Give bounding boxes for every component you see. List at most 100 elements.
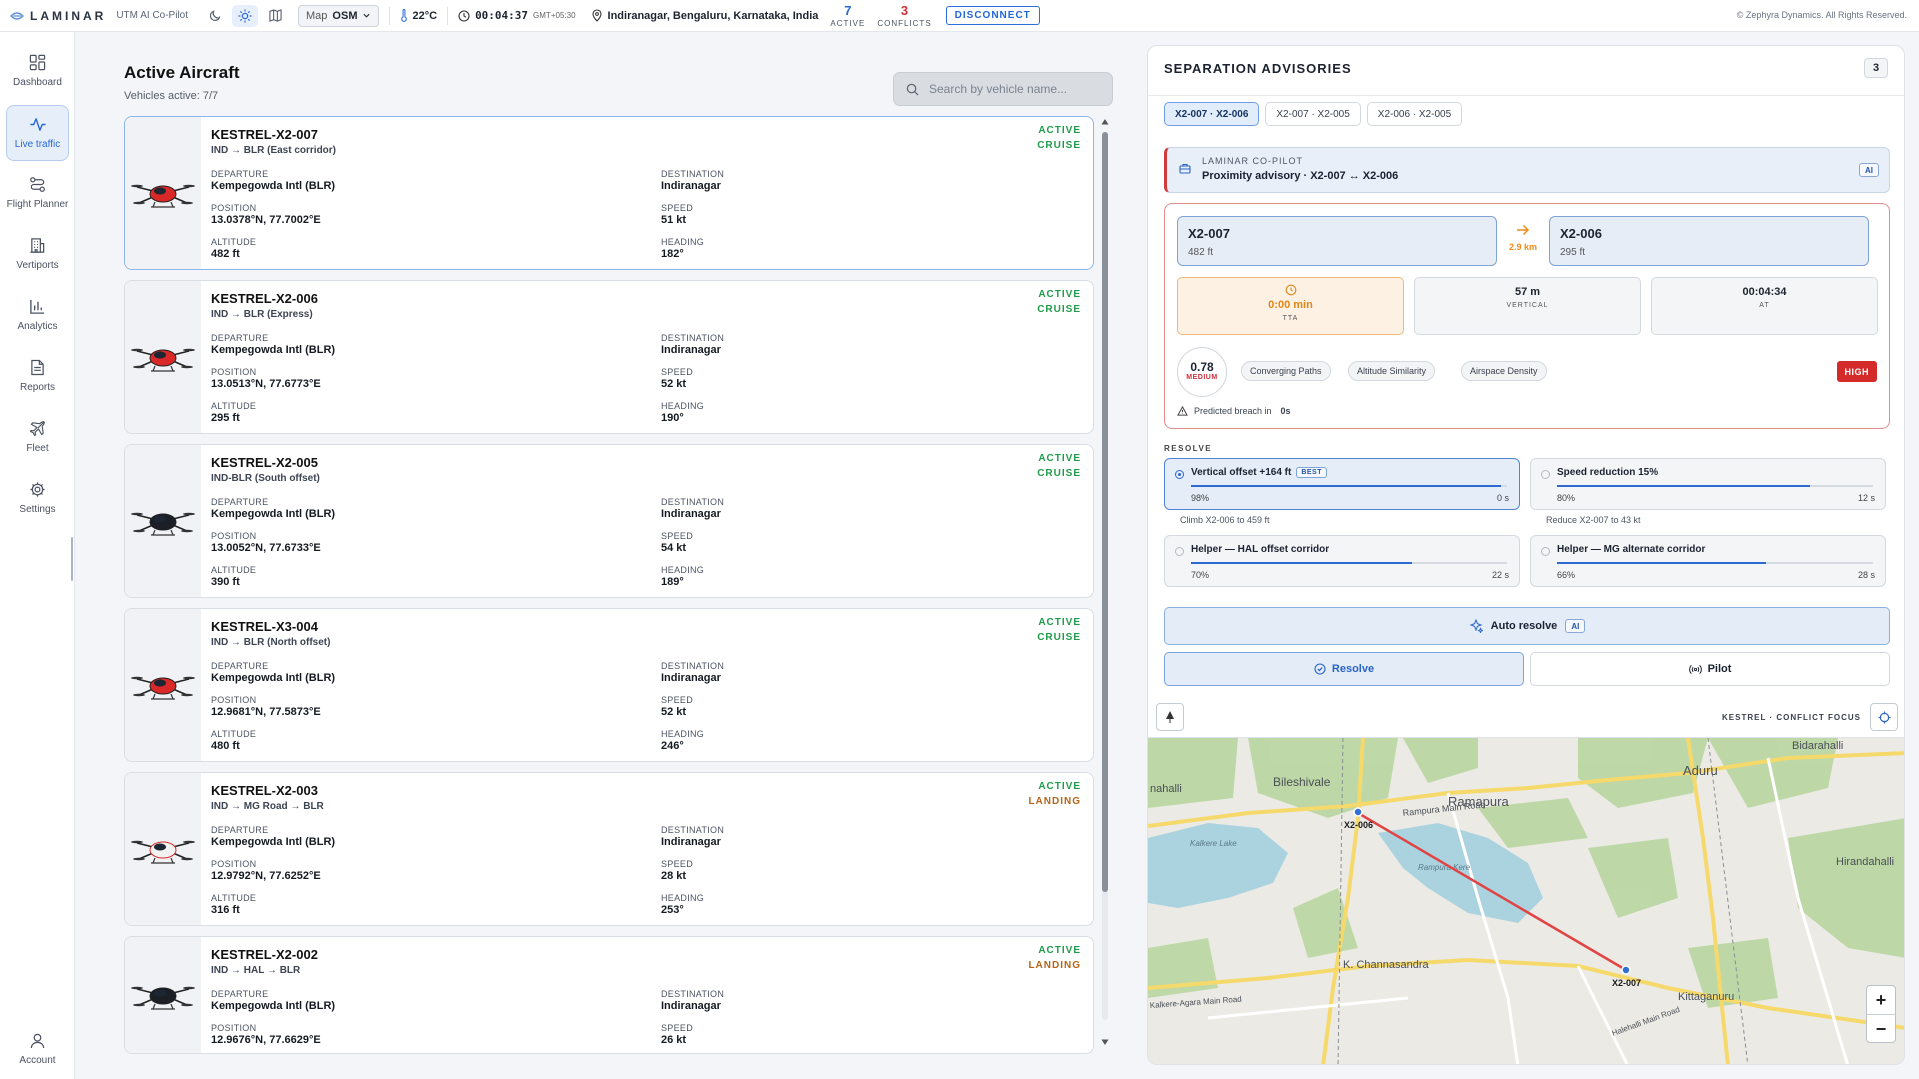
confidence-bar bbox=[1191, 562, 1507, 564]
heading-value: 253° bbox=[661, 904, 684, 916]
scrollbar-thumb[interactable] bbox=[1102, 132, 1108, 892]
aircraft-thumbnail bbox=[125, 609, 201, 761]
speed-label: SPEED bbox=[661, 1023, 694, 1033]
departure-label: DEPARTURE bbox=[211, 169, 269, 179]
resolve-option[interactable]: Vertical offset +164 ft BEST 98% 0 s bbox=[1164, 458, 1520, 510]
conflict-map[interactable]: Bidarahalli nahalli Bileshivale Ramapura… bbox=[1148, 698, 1905, 1065]
scroll-up-icon[interactable] bbox=[1101, 118, 1109, 126]
vehicle-search[interactable] bbox=[893, 72, 1113, 106]
option-radio[interactable] bbox=[1541, 547, 1550, 556]
altitude-value: 390 ft bbox=[211, 576, 240, 588]
flight-phase-badge: CRUISE bbox=[1037, 304, 1081, 315]
aircraft-name: KESTREL-X2-007 bbox=[211, 127, 318, 142]
evtol-drone-icon bbox=[131, 986, 195, 1010]
recenter-button[interactable] bbox=[1870, 703, 1898, 731]
disconnect-button[interactable]: DISCONNECT bbox=[945, 6, 1040, 25]
map-view-button[interactable] bbox=[262, 5, 288, 27]
sidebar-item-dashboard[interactable]: Dashboard bbox=[6, 44, 69, 98]
sidebar-resize-handle[interactable] bbox=[71, 537, 73, 581]
tab-pair[interactable]: X2-007 · X2-005 bbox=[1265, 102, 1361, 126]
aircraft-card[interactable]: KESTREL-X3-004 IND → BLR (North offset) DE… bbox=[124, 608, 1094, 762]
resolve-option[interactable]: Helper — HAL offset corridor 70% 22 s bbox=[1164, 535, 1520, 587]
pilot-button[interactable]: Pilot bbox=[1530, 652, 1890, 686]
sidebar-item-flight-planner[interactable]: Flight Planner bbox=[6, 166, 69, 220]
separation-advisories-panel: SEPARATION ADVISORIES 3 X2-007 · X2-006 … bbox=[1147, 45, 1905, 1065]
departure-label: DEPARTURE bbox=[211, 825, 269, 835]
aircraft-card[interactable]: KESTREL-X2-005 IND-BLR (South offset) DEPA… bbox=[124, 444, 1094, 598]
aircraft-card[interactable]: KESTREL-X2-007 IND → BLR (East corridor) D… bbox=[124, 116, 1094, 270]
sidebar-item-fleet[interactable]: Fleet bbox=[6, 410, 69, 464]
compass-button[interactable] bbox=[1156, 703, 1184, 731]
sidebar-item-label: Live traffic bbox=[14, 139, 61, 150]
copilot-message: Proximity advisory · X2-007 ↔ X2-006 bbox=[1202, 170, 1399, 182]
vehicle-a-box[interactable]: X2-007 482 ft bbox=[1177, 216, 1497, 266]
aircraft-name: KESTREL-X2-002 bbox=[211, 947, 318, 962]
flight-phase-badge: LANDING bbox=[1028, 960, 1081, 971]
destination-label: DESTINATION bbox=[661, 333, 725, 343]
aircraft-route: IND → HAL → BLR bbox=[211, 965, 301, 976]
destination-value: Indiranagar bbox=[661, 836, 721, 848]
status-badge: ACTIVE bbox=[1038, 125, 1081, 136]
sidebar-item-analytics[interactable]: Analytics bbox=[6, 288, 69, 342]
resolve-option[interactable]: Helper — MG alternate corridor 66% 28 s bbox=[1530, 535, 1886, 587]
dark-mode-button[interactable] bbox=[202, 5, 228, 27]
user-icon bbox=[30, 1033, 45, 1049]
departure-value: Kempegowda Intl (BLR) bbox=[211, 508, 336, 520]
confidence-fill bbox=[1557, 562, 1766, 564]
aircraft-thumbnail bbox=[125, 445, 201, 597]
status-badge: ACTIVE bbox=[1038, 453, 1081, 464]
zoom-out-button[interactable]: − bbox=[1867, 1015, 1895, 1044]
brand-name: LAMINAR bbox=[30, 8, 107, 23]
aircraft-card[interactable]: KESTREL-X2-006 IND → BLR (Express) DEPARTU… bbox=[124, 280, 1094, 434]
aircraft-name: KESTREL-X2-006 bbox=[211, 291, 318, 306]
warning-icon bbox=[1177, 406, 1188, 416]
zoom-in-button[interactable]: + bbox=[1867, 986, 1895, 1015]
confidence-value: 80% bbox=[1557, 493, 1576, 503]
scroll-down-icon[interactable] bbox=[1101, 1038, 1109, 1046]
position-value: 13.0052°N, 77.6733°E bbox=[211, 542, 321, 554]
place-label: Bidarahalli bbox=[1792, 740, 1843, 752]
position-label: POSITION bbox=[211, 367, 257, 377]
vehicles-active-count: Vehicles active: 7/7 bbox=[124, 90, 219, 102]
resolve-button[interactable]: Resolve bbox=[1164, 652, 1524, 686]
sidebar-item-reports[interactable]: Reports bbox=[6, 349, 69, 403]
conflicts-label: CONFLICTS bbox=[877, 18, 932, 28]
panel-title: SEPARATION ADVISORIES bbox=[1164, 61, 1352, 76]
separation-distance: 2.9 km bbox=[1506, 224, 1540, 252]
temperature: 22°C bbox=[400, 9, 437, 22]
sidebar-item-label: Account bbox=[19, 1055, 56, 1066]
best-badge: BEST bbox=[1296, 467, 1327, 478]
aircraft-thumbnail bbox=[125, 773, 201, 925]
option-radio[interactable] bbox=[1175, 470, 1184, 479]
vehicle-b-box[interactable]: X2-006 295 ft bbox=[1549, 216, 1869, 266]
compass-north-icon bbox=[1166, 711, 1174, 723]
sidebar-item-vertiports[interactable]: Vertiports bbox=[6, 227, 69, 281]
aircraft-card[interactable]: KESTREL-X2-002 IND → HAL → BLR DEPARTURE Ke… bbox=[124, 936, 1094, 1054]
active-counter: 7 ACTIVE bbox=[830, 4, 865, 28]
active-label: ACTIVE bbox=[830, 18, 866, 28]
timer-icon bbox=[1285, 284, 1296, 296]
search-input[interactable] bbox=[929, 82, 1099, 96]
map-source-select[interactable]: Map OSM bbox=[298, 4, 380, 27]
status-badge: ACTIVE bbox=[1038, 617, 1081, 628]
sidebar-item-live-traffic[interactable]: Live traffic bbox=[6, 105, 69, 161]
confidence-fill bbox=[1191, 485, 1501, 487]
confidence-value: 66% bbox=[1557, 570, 1576, 580]
auto-resolve-label: Auto resolve bbox=[1490, 620, 1558, 632]
resolve-option[interactable]: Speed reduction 15% 80% 12 s bbox=[1530, 458, 1886, 510]
aircraft-list-scrollbar[interactable] bbox=[1101, 116, 1109, 1048]
speed-value: 54 kt bbox=[661, 542, 687, 554]
tab-pair[interactable]: X2-007 · X2-006 bbox=[1164, 102, 1260, 126]
aircraft-card[interactable]: KESTREL-X2-003 IND → MG Road → BLR DEPARTU… bbox=[124, 772, 1094, 926]
option-radio[interactable] bbox=[1541, 470, 1550, 479]
option-radio[interactable] bbox=[1175, 547, 1184, 556]
sidebar-item-settings[interactable]: Settings bbox=[6, 471, 69, 525]
place-label: nahalli bbox=[1150, 783, 1182, 795]
altitude-value: 482 ft bbox=[211, 248, 240, 260]
sidebar-item-account[interactable]: Account bbox=[6, 1021, 69, 1077]
map-canvas[interactable]: Bidarahalli nahalli Bileshivale Ramapura… bbox=[1148, 698, 1905, 1065]
light-mode-button[interactable] bbox=[232, 4, 259, 27]
building-icon bbox=[30, 238, 45, 253]
tab-pair[interactable]: X2-006 · X2-005 bbox=[1366, 102, 1463, 126]
auto-resolve-button[interactable]: Auto resolve AI bbox=[1164, 607, 1890, 645]
